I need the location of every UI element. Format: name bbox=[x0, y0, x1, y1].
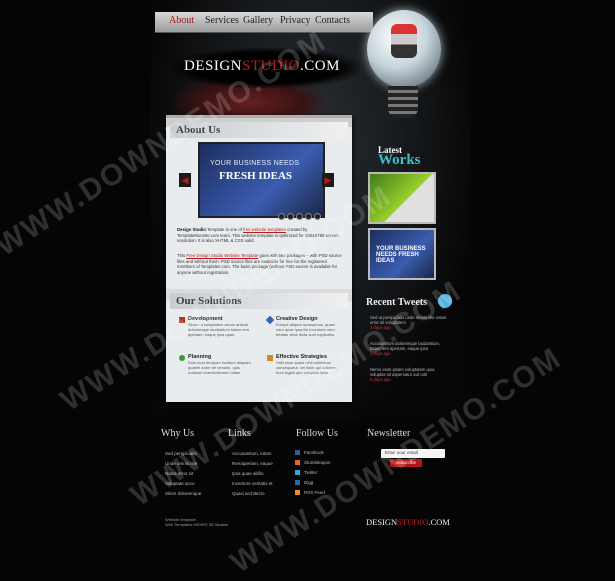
tweet-meta[interactable]: 3 days ago bbox=[370, 325, 450, 330]
copyright-line[interactable]: Web Templates МЕНЕЕ 3D Models bbox=[165, 522, 228, 527]
development-icon bbox=[179, 317, 185, 323]
robot-figure bbox=[391, 24, 417, 58]
twitter-bird-icon bbox=[438, 294, 452, 308]
planning-icon bbox=[179, 355, 185, 361]
rss-icon bbox=[295, 490, 300, 496]
logo-part-design: DESIGN bbox=[184, 58, 242, 74]
nav-about[interactable]: About bbox=[169, 15, 194, 26]
follow-label: Stumbleupon bbox=[304, 460, 331, 465]
banner-line1: YOUR BUSINESS NEEDS bbox=[210, 160, 300, 167]
follow-label: Digg bbox=[304, 480, 314, 485]
follow-stumbleupon[interactable]: Stumbleupon bbox=[295, 460, 331, 466]
slider-dot[interactable] bbox=[296, 213, 303, 220]
footer-link[interactable]: Ipsa quae abillo bbox=[232, 471, 264, 476]
about-brand: Design Studio bbox=[177, 227, 206, 232]
footer-logo-part: DESIGN bbox=[366, 517, 398, 527]
subscribe-button[interactable]: Subscribe bbox=[390, 459, 422, 467]
about-text: Template is one of bbox=[205, 227, 244, 232]
tweet-text: Sed ut perspiciatis unde omnis iste natu… bbox=[370, 315, 447, 326]
footer-why-link[interactable]: Sed perspiciatis bbox=[165, 451, 197, 456]
tweet-meta[interactable]: 4 days ago bbox=[370, 351, 450, 356]
tweet-item: Sed ut perspiciatis unde omnis iste natu… bbox=[370, 315, 450, 331]
follow-facebook[interactable]: Facebook bbox=[295, 450, 324, 456]
free-templates-link[interactable]: free website templates bbox=[243, 227, 286, 232]
follow-label: Facebook bbox=[304, 450, 324, 455]
footer-why-link[interactable]: Natus error sit bbox=[165, 471, 193, 476]
about-text: This bbox=[177, 253, 187, 258]
footer-links-title: Links bbox=[228, 428, 251, 439]
tweet-item: Accusantium doloremque laudantium, totam… bbox=[370, 341, 450, 357]
nav-gallery[interactable]: Gallery bbox=[243, 15, 273, 26]
works-label: Works bbox=[378, 152, 421, 168]
newsletter-email-input[interactable]: Enter your email bbox=[381, 449, 445, 458]
footer-link[interactable]: Inventore veritatis et bbox=[232, 481, 273, 486]
tweet-text: Accusantium doloremque laudantium, totam… bbox=[370, 341, 441, 352]
newsletter-placeholder: Enter your email bbox=[385, 450, 418, 455]
stumbleupon-icon bbox=[295, 460, 300, 466]
light-bulb-illustration bbox=[367, 10, 441, 88]
logo-part-studio: STUDIO bbox=[242, 58, 300, 74]
facebook-icon bbox=[295, 450, 300, 456]
footer-why-title: Why Us bbox=[161, 428, 195, 439]
footer-why-link[interactable]: Silum doloremque bbox=[165, 491, 201, 496]
solution-desc: Sinun ut voluptatem accus antium dolorem… bbox=[188, 322, 249, 337]
footer-logo-part: STUDIO bbox=[397, 517, 429, 527]
footer-logo-part: .COM bbox=[428, 517, 450, 527]
solution-desc: Velit esse quam nihil molestiae consequa… bbox=[276, 360, 337, 375]
about-paragraph-1: Design Studio Template is one of free we… bbox=[177, 227, 343, 244]
solution-desc: Eumpe aliquot accusamus, quasi nam quae … bbox=[276, 322, 336, 337]
slider-prev-button[interactable]: ◀ bbox=[179, 173, 191, 187]
tweet-meta[interactable]: 5 days ago bbox=[370, 377, 450, 382]
twitter-icon bbox=[295, 470, 300, 476]
footer-follow-title: Follow Us bbox=[296, 428, 338, 439]
about-paragraph-2: This Free Design Studio Website Template… bbox=[177, 253, 343, 275]
latest-works-title: Latest Works bbox=[378, 145, 421, 169]
slider-next-button[interactable]: ▶ bbox=[322, 173, 334, 187]
nav-services[interactable]: Services bbox=[205, 15, 239, 26]
slider-dot[interactable] bbox=[314, 213, 321, 220]
footer-link[interactable]: Accusantium, totam bbox=[232, 451, 272, 456]
footer-why-link[interactable]: Unde omnis iste bbox=[165, 461, 197, 466]
recent-tweets-title: Recent Tweets bbox=[366, 297, 427, 308]
logo-text: DESIGNSTUDIO.COM bbox=[184, 58, 340, 75]
strategy-icon bbox=[267, 355, 273, 361]
copyright: Website template Web Templates МЕНЕЕ 3D … bbox=[165, 517, 228, 527]
slider-pagination bbox=[278, 207, 323, 225]
nav-privacy[interactable]: Privacy bbox=[280, 15, 311, 26]
follow-twitter[interactable]: Twitter bbox=[295, 470, 318, 476]
slider-dot[interactable] bbox=[278, 213, 285, 220]
work-thumbnail[interactable]: YOUR BUSINESS NEEDS FRESH IDEAS bbox=[368, 228, 436, 280]
bulb-base bbox=[388, 86, 418, 118]
footer-link[interactable]: Quasi architecto bbox=[232, 491, 265, 496]
free-template-link[interactable]: Free Design Studio Website Template bbox=[186, 253, 258, 258]
digg-icon bbox=[295, 480, 300, 486]
follow-label: Twitter bbox=[304, 470, 318, 475]
top-navigation: About Services Gallery Privacy Contacts bbox=[155, 12, 373, 33]
nav-contacts[interactable]: Contacts bbox=[315, 15, 350, 26]
follow-rss[interactable]: RSS Feed bbox=[295, 490, 325, 496]
tweet-text: Nemo enim ipsam voluptatem quia voluptas… bbox=[370, 367, 435, 378]
logo-part-com: .COM bbox=[300, 58, 340, 74]
thumb-caption: YOUR BUSINESS NEEDS FRESH IDEAS bbox=[376, 246, 426, 264]
tweet-item: Nemo enim ipsam voluptatem quia voluptas… bbox=[370, 367, 450, 383]
slider-dot[interactable] bbox=[305, 213, 312, 220]
footer-logo[interactable]: DESIGNSTUDIO.COM bbox=[366, 517, 450, 527]
follow-label: RSS Feed bbox=[304, 490, 325, 495]
site-logo[interactable]: DESIGNSTUDIO.COM bbox=[172, 48, 360, 88]
banner-line2: FRESH IDEAS bbox=[219, 170, 293, 182]
follow-digg[interactable]: Digg bbox=[295, 480, 314, 486]
solution-desc: Duis mod tempore incidunt aliquam quaeri… bbox=[188, 360, 251, 375]
slider-dot[interactable] bbox=[287, 213, 294, 220]
footer-link[interactable]: Remaperiam, eaque bbox=[232, 461, 273, 466]
footer-newsletter-title: Newsletter bbox=[367, 428, 411, 439]
footer-why-link[interactable]: Voluptate accu bbox=[165, 481, 195, 486]
work-thumbnail[interactable] bbox=[368, 172, 436, 224]
solutions-title: Our Solutions bbox=[176, 295, 242, 307]
about-title: About Us bbox=[176, 124, 221, 136]
